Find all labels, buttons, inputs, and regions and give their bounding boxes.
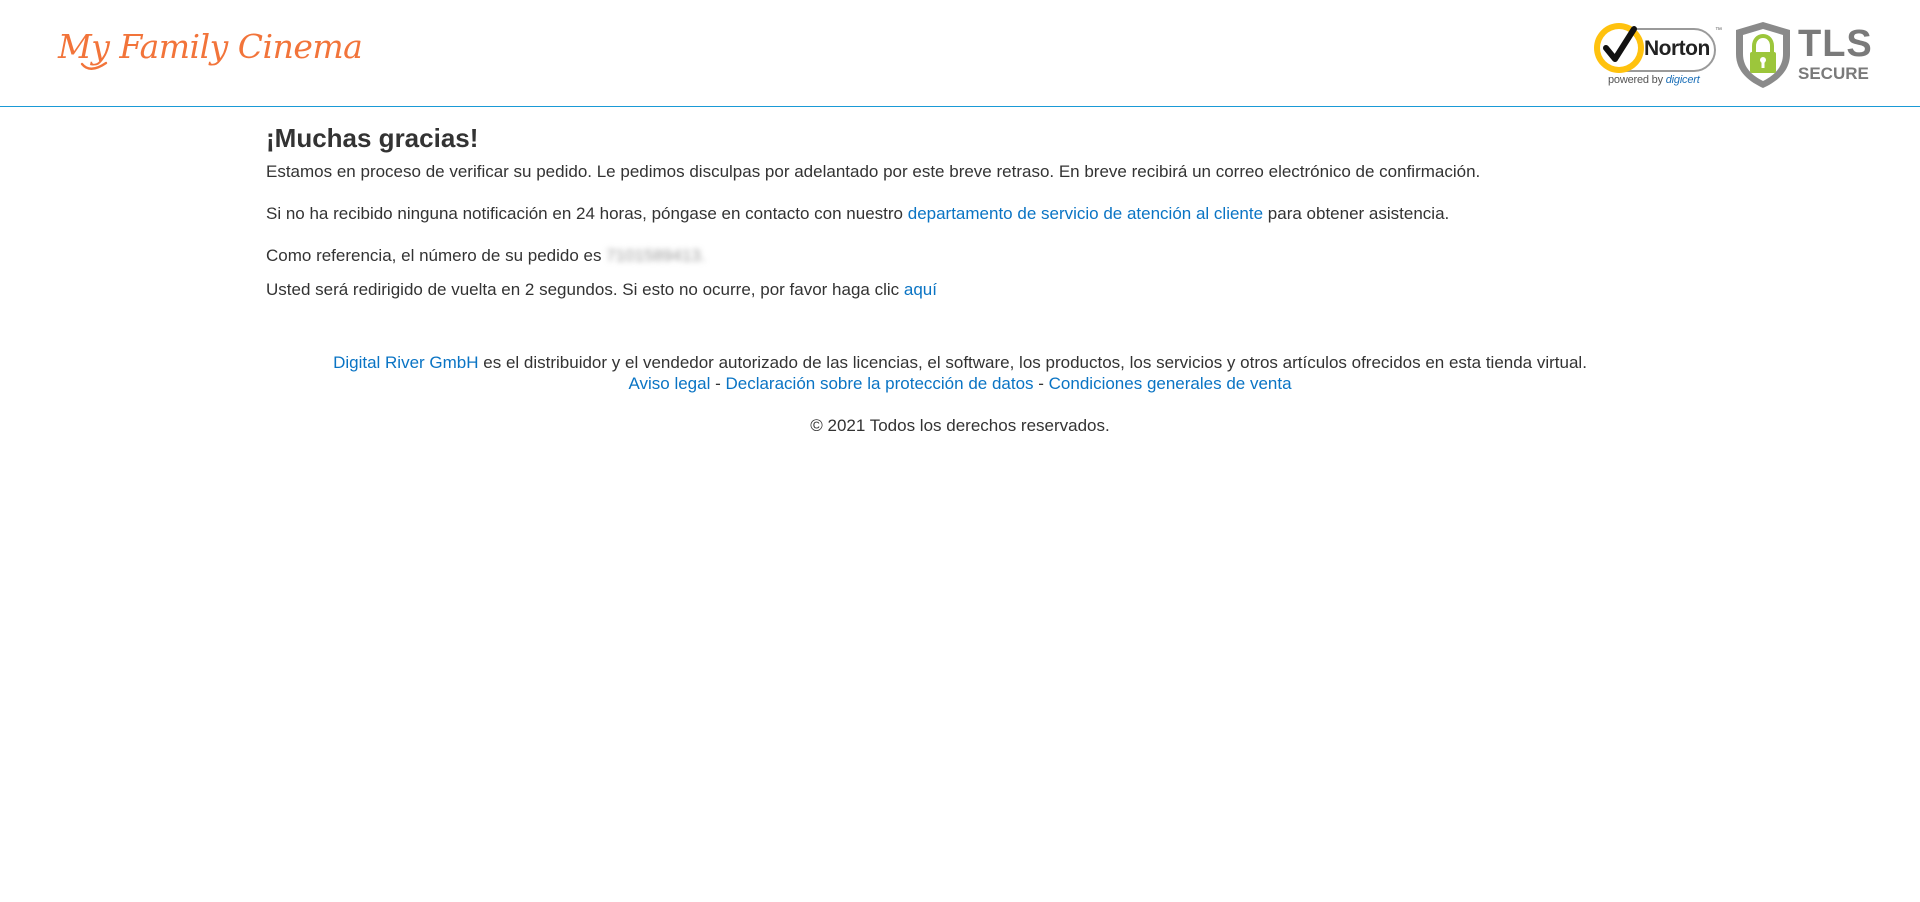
- support-text-after: para obtener asistencia.: [1263, 204, 1450, 223]
- support-text-before: Si no ha recibido ninguna notificación e…: [266, 204, 908, 223]
- order-number: 7101589413.: [606, 246, 706, 265]
- norton-word: Norton: [1644, 37, 1710, 60]
- site-header: My Family Cinema Norton ™ powered by dig…: [0, 0, 1920, 107]
- page-footer: Digital River GmbH es el distribuidor y …: [0, 352, 1920, 436]
- privacy-link[interactable]: Declaración sobre la protección de datos: [725, 374, 1033, 393]
- shield-lock-icon: [1736, 22, 1790, 88]
- legal-notice-link[interactable]: Aviso legal: [628, 374, 710, 393]
- customer-service-link[interactable]: departamento de servicio de atención al …: [908, 204, 1263, 223]
- terms-link[interactable]: Condiciones generales de venta: [1049, 374, 1292, 393]
- confirmation-content: ¡Muchas gracias! Estamos en proceso de v…: [266, 122, 1666, 301]
- page-title: ¡Muchas gracias!: [266, 123, 479, 153]
- distributor-notice: Digital River GmbH es el distribuidor y …: [0, 352, 1920, 373]
- order-reference: Como referencia, el número de su pedido …: [266, 245, 1666, 267]
- legal-links: Aviso legal - Declaración sobre la prote…: [0, 373, 1920, 394]
- tls-label: TLS: [1798, 23, 1873, 65]
- norton-powered-by: powered by digicert: [1608, 74, 1700, 86]
- distributor-text: es el distribuidor y el vendedor autoriz…: [478, 353, 1587, 372]
- security-badges: Norton ™ powered by digicert TLS SECURE: [1594, 18, 1872, 90]
- verification-message: Estamos en proceso de verificar su pedid…: [266, 162, 1481, 181]
- norton-trademark: ™: [1715, 27, 1722, 34]
- separator: -: [710, 374, 726, 393]
- secure-label: SECURE: [1798, 64, 1869, 83]
- redirect-message: Usted será redirigido de vuelta en 2 seg…: [266, 279, 1666, 301]
- norton-seal[interactable]: Norton ™ powered by digicert: [1594, 18, 1722, 90]
- digicert-brand: digicert: [1665, 74, 1700, 86]
- support-message: Si no ha recibido ninguna notificación e…: [266, 203, 1666, 225]
- norton-check-icon: [1594, 23, 1644, 73]
- separator: -: [1033, 374, 1049, 393]
- redirect-here-link[interactable]: aquí: [904, 280, 937, 299]
- redirect-text: Usted será redirigido de vuelta en 2 seg…: [266, 280, 904, 299]
- powered-by-label: powered by: [1608, 74, 1663, 86]
- logo-swoosh-icon: [80, 61, 108, 70]
- my-family-cinema-logo[interactable]: My Family Cinema: [58, 18, 363, 74]
- tls-secure-seal: TLS SECURE: [1732, 18, 1872, 90]
- digital-river-link[interactable]: Digital River GmbH: [333, 353, 478, 372]
- copyright-notice: © 2021 Todos los derechos reservados.: [810, 416, 1110, 435]
- order-reference-label: Como referencia, el número de su pedido …: [266, 246, 607, 265]
